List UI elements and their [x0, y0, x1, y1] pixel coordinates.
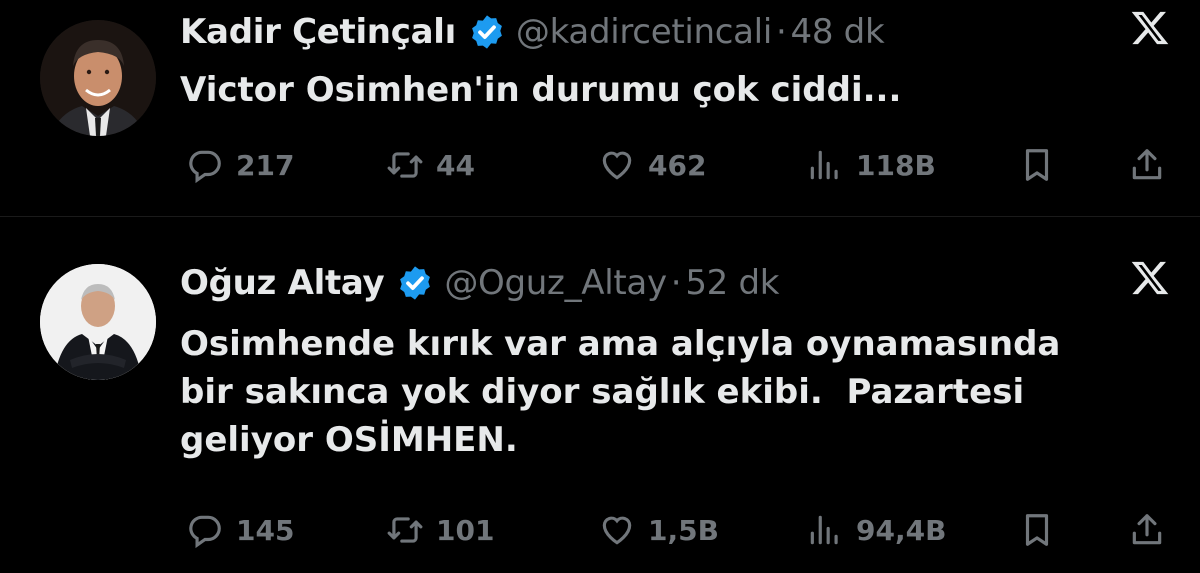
verified-badge-icon — [400, 266, 431, 300]
avatar[interactable] — [40, 264, 156, 380]
like-button[interactable]: 462 — [598, 143, 706, 187]
author-name[interactable]: Oğuz Altay — [180, 263, 385, 303]
retweet-count: 101 — [436, 513, 495, 547]
author-name[interactable]: Kadir Çetinçalı — [180, 12, 456, 52]
retweet-icon — [387, 152, 423, 178]
like-count: 1,5B — [648, 513, 719, 547]
action-bar: 145 101 1,5B 94,4B — [180, 508, 1170, 552]
like-icon — [602, 151, 632, 180]
action-bar: 217 44 462 118B — [180, 143, 1170, 187]
tweet[interactable]: Kadir Çetinçalı @kadircetincali · 48 dk … — [0, 0, 1200, 216]
reply-count: 217 — [236, 148, 295, 182]
retweet-icon — [387, 517, 423, 543]
views-icon — [810, 515, 838, 545]
view-count: 94,4B — [856, 513, 947, 547]
share-icon — [1132, 149, 1162, 180]
reply-icon — [189, 150, 221, 184]
timestamp[interactable]: 52 dk — [685, 263, 779, 303]
share-button[interactable] — [1128, 143, 1166, 187]
tweet-text: Victor Osimhen'in durumu çok ciddi... — [180, 70, 902, 110]
tweet-text: Osimhende kırık var ama alçıyla oynaması… — [180, 324, 1061, 460]
views-button[interactable]: 94,4B — [806, 508, 946, 552]
timestamp[interactable]: 48 dk — [790, 12, 884, 52]
avatar[interactable] — [40, 20, 156, 136]
like-button[interactable]: 1,5B — [598, 508, 719, 552]
share-icon — [1132, 514, 1162, 545]
tweet-header: Kadir Çetinçalı @kadircetincali · 48 dk — [180, 7, 885, 57]
reply-button[interactable]: 217 — [186, 143, 294, 187]
tweet[interactable]: Oğuz Altay @Oguz_Altay · 52 dk Osimhende… — [0, 228, 1200, 573]
bookmark-icon — [1025, 514, 1049, 546]
separator: · — [775, 12, 787, 52]
views-icon — [810, 150, 838, 180]
avatar-image — [40, 264, 156, 380]
share-button[interactable] — [1128, 508, 1166, 552]
like-icon — [602, 516, 632, 545]
avatar-image — [40, 20, 156, 136]
bookmark-icon — [1025, 149, 1049, 181]
views-button[interactable]: 118B — [806, 143, 936, 187]
bookmark-button[interactable] — [1018, 143, 1056, 187]
verified-badge-icon — [472, 15, 502, 49]
tweet-header: Oğuz Altay @Oguz_Altay · 52 dk — [180, 258, 779, 308]
retweet-button[interactable]: 44 — [386, 143, 475, 187]
author-handle[interactable]: @kadircetincali — [516, 12, 772, 52]
reply-button[interactable]: 145 — [186, 508, 294, 552]
bookmark-button[interactable] — [1018, 508, 1056, 552]
separator: · — [670, 263, 682, 303]
view-count: 118B — [856, 148, 936, 182]
retweet-count: 44 — [436, 148, 475, 182]
like-count: 462 — [648, 148, 707, 182]
author-handle[interactable]: @Oguz_Altay — [444, 263, 667, 303]
reply-count: 145 — [236, 513, 295, 547]
x-logo-icon — [1131, 11, 1169, 45]
retweet-button[interactable]: 101 — [386, 508, 494, 552]
reply-icon — [189, 515, 221, 549]
x-logo-icon — [1131, 261, 1169, 295]
